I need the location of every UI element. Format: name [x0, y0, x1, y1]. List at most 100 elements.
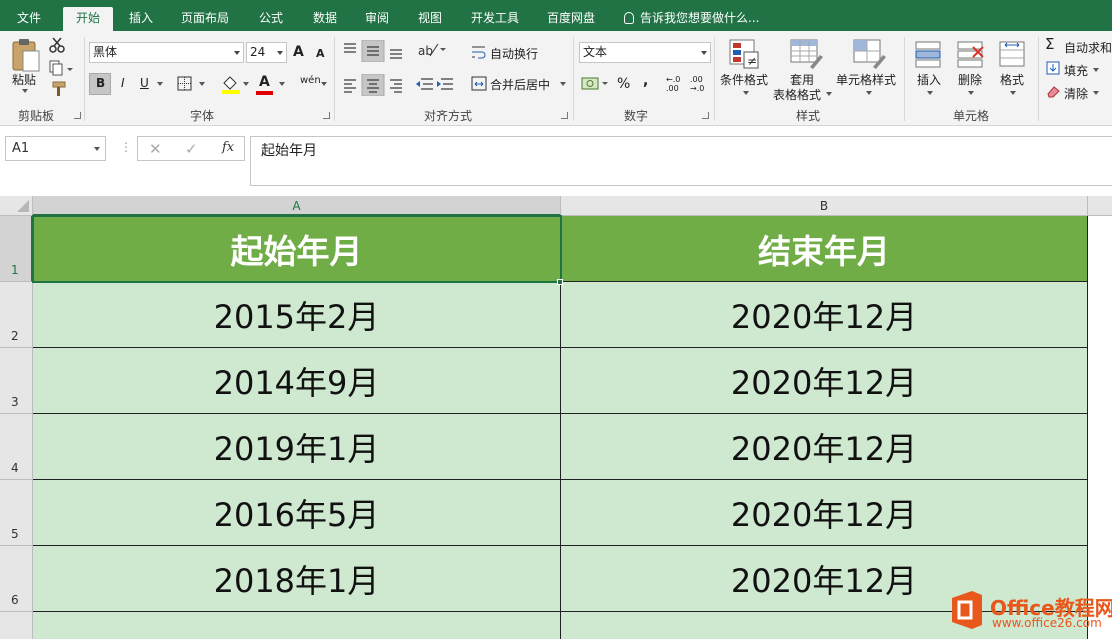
column-header-a[interactable]: A [33, 196, 561, 216]
font-name-select[interactable]: 黑体 [89, 42, 244, 63]
clipboard-launcher[interactable] [74, 112, 81, 119]
clear-button[interactable]: 清除 [1064, 85, 1088, 102]
cell-b4[interactable]: 2020年12月 [561, 414, 1088, 480]
cell-a3[interactable]: 2014年9月 [33, 348, 561, 414]
borders-dropdown-arrow[interactable] [199, 82, 205, 86]
conditional-formatting-button[interactable]: 条件格式 [720, 71, 768, 88]
clear-dropdown-arrow[interactable] [1093, 91, 1099, 95]
fill-dropdown-arrow[interactable] [1093, 68, 1099, 72]
formula-input[interactable]: 起始年月 [250, 136, 1112, 186]
font-color-button[interactable]: A [259, 74, 270, 90]
delete-dropdown-arrow[interactable] [968, 91, 974, 95]
cell-styles-button[interactable]: 单元格样式 [836, 71, 896, 88]
cell-b5[interactable]: 2020年12月 [561, 480, 1088, 546]
comma-button[interactable]: , [643, 73, 648, 89]
indent-icons[interactable] [415, 76, 459, 94]
row-header-5[interactable]: 5 [0, 480, 33, 546]
merge-center-button[interactable]: 合并后居中 [490, 76, 550, 93]
font-color-dropdown-arrow[interactable] [279, 82, 285, 86]
tab-insert[interactable]: 插入 [118, 7, 164, 31]
tab-developer[interactable]: 开发工具 [462, 7, 528, 31]
phonetic-button[interactable]: wén [300, 75, 321, 86]
tab-baidu-netdisk[interactable]: 百度网盘 [538, 7, 604, 31]
font-size-select[interactable]: 24 [246, 42, 287, 63]
increase-decimal-button[interactable]: ←.0 .00 [666, 75, 684, 93]
horizontal-align-icons[interactable] [341, 74, 421, 96]
format-dropdown-arrow[interactable] [1010, 91, 1016, 95]
paste-dropdown-arrow[interactable] [22, 89, 28, 93]
borders-icon[interactable] [177, 76, 193, 92]
cell-a4[interactable]: 2019年1月 [33, 414, 561, 480]
paste-icon[interactable] [10, 37, 42, 73]
cell-b1[interactable]: 结束年月 [561, 216, 1088, 282]
row-header-2[interactable]: 2 [0, 282, 33, 348]
cell-styles-icon[interactable] [851, 37, 887, 71]
copy-icon[interactable] [48, 60, 74, 76]
formula-bar-splitter-icon[interactable]: ⋮ [120, 140, 132, 154]
cell-b2[interactable]: 2020年12月 [561, 282, 1088, 348]
vertical-align-icons[interactable] [341, 40, 421, 62]
cell-a5[interactable]: 2016年5月 [33, 480, 561, 546]
phonetic-dropdown-arrow[interactable] [321, 82, 327, 86]
tell-me-box[interactable]: 告诉我您想要做什么... [624, 7, 759, 29]
merge-dropdown-arrow[interactable] [560, 82, 566, 86]
grow-font-button[interactable]: A [293, 44, 304, 60]
conditional-formatting-icon[interactable]: ≠ [727, 37, 763, 71]
percent-button[interactable]: % [617, 76, 630, 92]
cell-a6[interactable]: 2018年1月 [33, 546, 561, 612]
row-header-4[interactable]: 4 [0, 414, 33, 480]
bold-button[interactable]: B [96, 76, 105, 90]
currency-icon[interactable] [581, 75, 609, 93]
tab-page-layout[interactable]: 页面布局 [172, 7, 238, 31]
format-cells-icon[interactable] [997, 39, 1029, 69]
underline-dropdown-arrow[interactable] [157, 82, 163, 86]
alignment-launcher[interactable] [561, 112, 568, 119]
column-header-b[interactable]: B [561, 196, 1088, 216]
row-header-6[interactable]: 6 [0, 546, 33, 612]
autosum-icon[interactable]: Σ [1045, 35, 1054, 53]
italic-button[interactable]: I [121, 76, 125, 90]
row-header-3[interactable]: 3 [0, 348, 33, 414]
wrap-text-button[interactable]: 自动换行 [490, 45, 538, 62]
paste-label[interactable]: 粘贴 [12, 71, 36, 88]
number-launcher[interactable] [702, 112, 709, 119]
orientation-icon[interactable]: ab [418, 41, 448, 59]
cell-a7[interactable] [33, 612, 561, 639]
cut-icon[interactable] [48, 37, 66, 53]
cancel-entry-button[interactable]: ✕ [149, 140, 162, 158]
tab-home[interactable]: 开始 [63, 7, 113, 31]
delete-cells-icon[interactable] [955, 39, 987, 69]
format-cells-button[interactable]: 格式 [1000, 71, 1024, 88]
insert-cells-icon[interactable] [913, 39, 945, 69]
format-as-table-icon[interactable] [788, 37, 824, 71]
insert-function-button[interactable]: fx [222, 140, 234, 155]
row-header-1[interactable]: 1 [0, 216, 33, 282]
decrease-decimal-button[interactable]: .00 →.0 [690, 75, 708, 93]
tab-file[interactable]: 文件 [4, 7, 54, 31]
cell-a1[interactable]: 起始年月 [33, 216, 561, 282]
fill-handle[interactable] [557, 279, 563, 285]
shrink-font-button[interactable]: A [316, 47, 325, 60]
tab-review[interactable]: 审阅 [354, 7, 400, 31]
tab-view[interactable]: 视图 [407, 7, 453, 31]
format-painter-icon[interactable] [49, 81, 67, 97]
delete-cells-button[interactable]: 删除 [958, 71, 982, 88]
cell-styles-dropdown-arrow[interactable] [866, 91, 872, 95]
select-all-corner[interactable] [0, 196, 33, 216]
underline-button[interactable]: U [140, 76, 149, 90]
format-table-dropdown-arrow[interactable] [826, 92, 832, 96]
autosum-button[interactable]: 自动求和 [1064, 39, 1112, 56]
fill-color-dropdown-arrow[interactable] [243, 82, 249, 86]
fill-button[interactable]: 填充 [1064, 62, 1088, 79]
fill-down-icon[interactable] [1046, 61, 1060, 75]
font-launcher[interactable] [323, 112, 330, 119]
merge-center-icon[interactable] [471, 76, 487, 92]
cell-a2[interactable]: 2015年2月 [33, 282, 561, 348]
cell-b3[interactable]: 2020年12月 [561, 348, 1088, 414]
column-header-c-partial[interactable] [1088, 196, 1112, 216]
tab-data[interactable]: 数据 [302, 7, 348, 31]
conditional-dropdown-arrow[interactable] [743, 91, 749, 95]
confirm-entry-button[interactable]: ✓ [185, 140, 198, 158]
name-box[interactable]: A1 [5, 136, 106, 161]
fill-color-icon[interactable] [220, 74, 242, 94]
